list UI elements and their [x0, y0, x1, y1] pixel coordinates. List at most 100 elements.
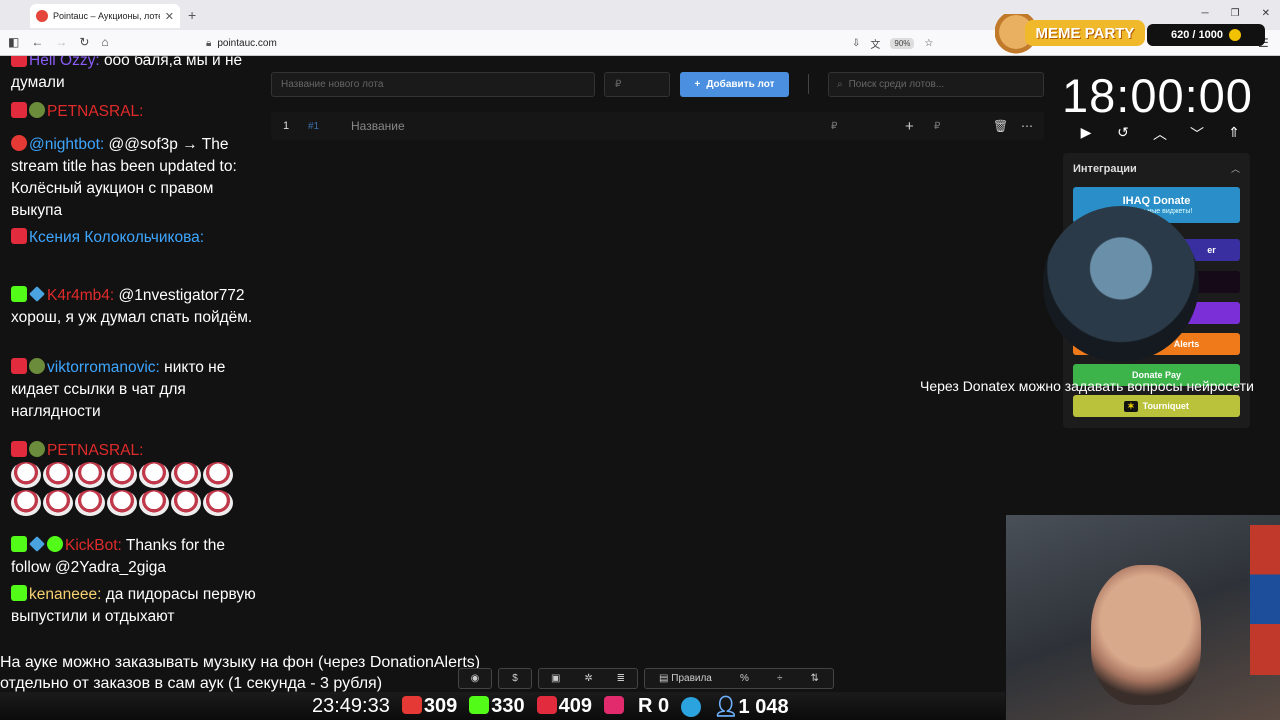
bug-icon[interactable]: ✲ [584, 673, 592, 684]
trophy-icon [29, 102, 45, 118]
percent-icon[interactable]: % [740, 673, 749, 684]
double-chevron-up-icon[interactable]: ⇑ [1223, 124, 1245, 144]
pointauc-favicon-icon [36, 10, 48, 22]
kick-viewers: 330 [469, 695, 525, 718]
sort-icon[interactable]: ⇅ [811, 673, 819, 684]
search-placeholder: Поиск среди лотов... [848, 79, 945, 90]
auction-info-line-1: На ауке можно заказывать музыку на фон (… [0, 654, 481, 671]
lot-id: #1 [308, 120, 320, 132]
clock: 23:49:33 [312, 695, 390, 717]
home-icon[interactable]: ⌂ [101, 35, 108, 49]
joker-emotes [11, 462, 261, 516]
donate-dollar-icon[interactable]: $ [498, 668, 532, 689]
play-platform-icon [603, 696, 624, 714]
list-icon[interactable]: ≣ [617, 673, 625, 684]
browser-tab[interactable]: Pointauc – Аукционы, лотереи ✕ [30, 4, 180, 28]
chat-message: PETNASRAL: [11, 101, 259, 123]
donatex-overlay-text: Через Donatex можно задавать вопросы ней… [920, 378, 1254, 394]
sidebar-icon[interactable]: ◧ [8, 35, 19, 49]
translate-icon[interactable]: 文 [870, 36, 880, 51]
lock-icon: 🔒︎ [206, 37, 212, 49]
joker-emote-icon [107, 490, 137, 516]
sword-badge-icon [29, 286, 45, 302]
chevron-down-icon[interactable]: ﹀ [1186, 124, 1208, 144]
tourniquet-button[interactable]: ✶ Tourniquet [1073, 395, 1240, 417]
joker-emote-icon [43, 490, 73, 516]
joker-emote-icon [11, 490, 41, 516]
telegram-icon [681, 696, 702, 717]
live-badge-icon [11, 441, 27, 457]
url-text: pointauc.com [217, 37, 277, 49]
kick-badge-icon [11, 585, 27, 601]
auction-footer-toolbar: ◉ $ ▣ ✲ ≣ ▤ Правила % ÷ ⇅ [458, 668, 834, 689]
joker-emote-icon [171, 490, 201, 516]
meme-party-counter: 620 / 1000 [1147, 24, 1265, 46]
add-lot-label: Добавить лот [706, 79, 775, 90]
lot-number: 1 [283, 120, 290, 132]
streamer-face [1091, 565, 1201, 705]
collapse-chevron-icon[interactable]: ︿ [1231, 162, 1240, 175]
reload-icon[interactable]: ↻ [79, 35, 89, 49]
search-icon: ⌕ [837, 79, 843, 90]
bookmark-star-icon[interactable]: ☆ [924, 38, 933, 49]
joker-emote-icon [203, 462, 233, 488]
lot-row: 1 #1 Название ₽ + ₽ 🗑︎ ⋯ [271, 112, 1044, 140]
auction-info-line-2: отдельно от заказов в сам аук (1 секунда… [0, 675, 383, 692]
new-lot-price-input[interactable]: ₽ [604, 72, 670, 97]
url-field[interactable]: 🔒︎ pointauc.com [200, 33, 942, 53]
meme-party-widget: MEME PARTY 620 / 1000 [995, 14, 1269, 54]
lot-amount-field[interactable]: ₽ [831, 121, 837, 132]
kick-icon [469, 696, 490, 714]
youtube-viewers: 309 [401, 695, 457, 718]
joker-emote-icon [139, 462, 169, 488]
reset-icon[interactable]: ↺ [1112, 124, 1134, 144]
chat-message: Hell Ozzy: ооо баля,а мы и не думали [11, 56, 259, 94]
live-badge-icon [11, 102, 27, 118]
integrations-header: Интеграции [1073, 163, 1137, 175]
meme-party-title: MEME PARTY [1025, 20, 1145, 46]
close-tab-icon[interactable]: ✕ [165, 10, 174, 23]
stream-stats: 23:49:33 309 330 409 R 0 👤︎1 048 [312, 694, 789, 719]
webcam-feed [1006, 515, 1280, 720]
viewer-icon: 👤︎ [713, 696, 739, 718]
kick-badge-icon [11, 286, 27, 302]
rules-button[interactable]: ▤ Правила [659, 673, 712, 684]
auction-timer: 18:00:00 [1062, 69, 1253, 122]
chat-message: viktorromanovic: никто не кидает ссылки … [11, 358, 226, 420]
more-options-icon[interactable]: ⋯ [1021, 119, 1033, 133]
github-icon[interactable]: ◉ [458, 668, 492, 689]
save-icon[interactable]: ▣ [551, 673, 560, 684]
zoom-badge[interactable]: 90% [890, 38, 915, 49]
joker-emote-icon [75, 490, 105, 516]
youtube-badge-icon [11, 135, 27, 151]
trash-icon[interactable]: 🗑︎ [993, 119, 1008, 133]
back-icon[interactable]: ← [31, 35, 43, 49]
chat-message: @nightbot: @@sof3p → The stream title ha… [11, 135, 237, 219]
lot-add-amount-field[interactable]: ₽ [934, 121, 940, 132]
joker-emote-icon [75, 462, 105, 488]
lot-name-field[interactable]: Название [351, 119, 405, 133]
plus-icon: + [694, 79, 701, 90]
save-load-group: ▣ ✲ ≣ [538, 668, 638, 689]
new-lot-name-input[interactable]: Название нового лота [271, 72, 595, 97]
timer-controls: ▶ ↺ ︿ ﹀ ⇑ [1075, 124, 1245, 144]
youtube-icon [401, 696, 422, 714]
meme-counter-value: 620 / 1000 [1171, 29, 1223, 41]
forward-icon[interactable]: → [55, 35, 67, 49]
auction-info-text: На ауке можно заказывать музыку на фон (… [0, 652, 480, 694]
play-viewers [603, 695, 626, 718]
lot-search-input[interactable]: ⌕ Поиск среди лотов... [828, 72, 1044, 97]
split-icon[interactable]: ÷ [777, 673, 783, 684]
chevron-up-icon[interactable]: ︿ [1149, 124, 1171, 144]
flag-decoration [1250, 525, 1280, 675]
new-tab-icon[interactable]: + [188, 7, 196, 23]
kick-badge-icon [11, 536, 27, 552]
tab-title: Pointauc – Аукционы, лотереи [53, 11, 160, 21]
nav-buttons: ◧ ← → ↻ ⌂ [8, 35, 109, 49]
add-lot-button[interactable]: + Добавить лот [680, 72, 789, 97]
download-icon[interactable]: ⇩ [852, 38, 860, 49]
add-amount-icon[interactable]: + [905, 118, 914, 135]
verified-badge-icon [47, 536, 63, 552]
play-icon[interactable]: ▶ [1075, 124, 1097, 144]
live-viewers: 409 [536, 695, 592, 718]
